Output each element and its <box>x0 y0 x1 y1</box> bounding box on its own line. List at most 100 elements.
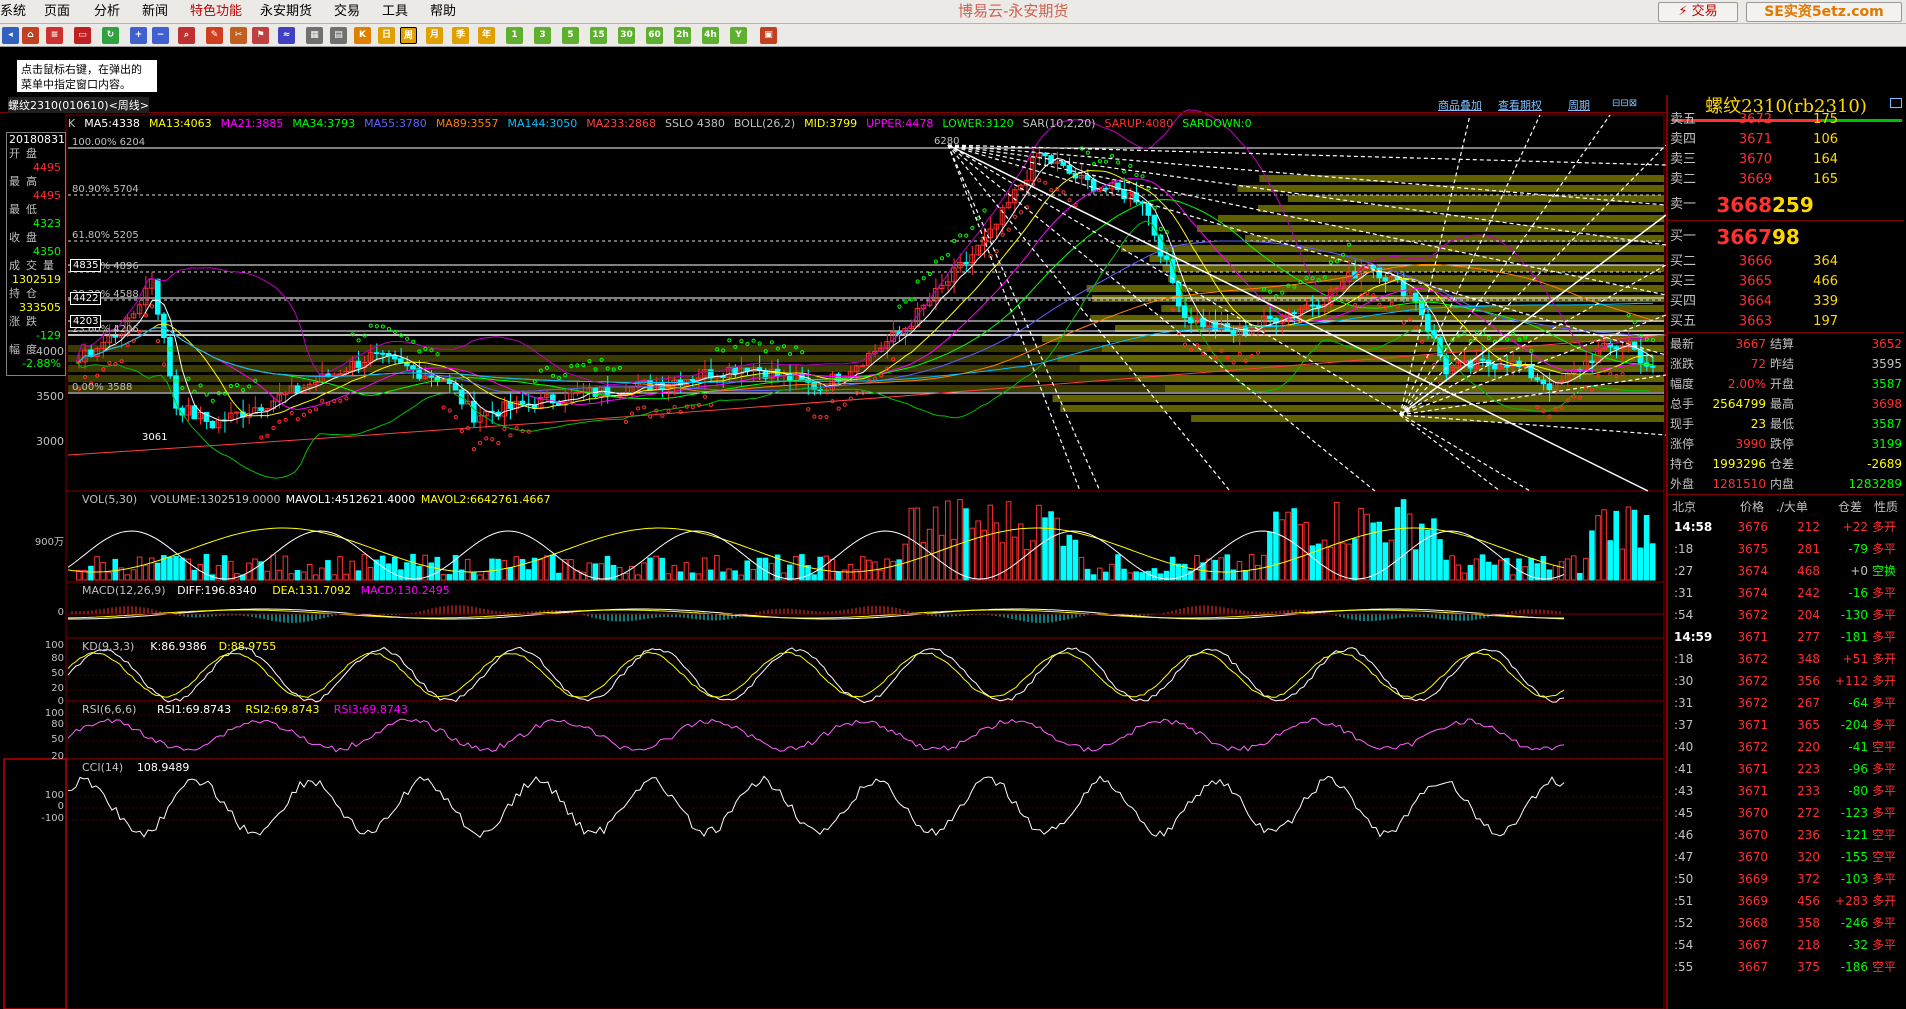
bar-field-label: 持仓 <box>9 287 43 300</box>
kline-icon[interactable]: K <box>354 27 371 44</box>
tick-row[interactable]: :52 3668 358 -246 多平 <box>1668 912 1904 934</box>
tick-row[interactable]: :31 3674 242 -16 多平 <box>1668 582 1904 604</box>
flag-icon[interactable]: ⚑ <box>252 27 269 44</box>
menu-news[interactable]: 新闻 <box>142 3 168 21</box>
stat-value-2: 1283289 <box>1848 477 1902 491</box>
volume-bar <box>829 558 836 581</box>
day-icon[interactable]: 日 <box>378 27 395 44</box>
menu-analysis[interactable]: 分析 <box>94 3 120 21</box>
list-icon[interactable]: ≡ <box>46 27 63 44</box>
tick-row[interactable]: :43 3671 233 -80 多平 <box>1668 780 1904 802</box>
sar-dot <box>508 433 513 438</box>
tick-row[interactable]: :54 3672 204 -130 多平 <box>1668 604 1904 626</box>
table-icon[interactable]: ▦ <box>306 27 323 44</box>
sar-dot <box>751 338 756 343</box>
search-icon[interactable]: ⌕ <box>178 27 195 44</box>
tick-row[interactable]: :30 3672 356 +112 多开 <box>1668 670 1904 692</box>
grid-icon[interactable]: ▤ <box>330 27 347 44</box>
volume-bar <box>288 573 295 581</box>
menu-yongan[interactable]: 永安期货 <box>260 3 312 21</box>
back-icon[interactable]: ◂ <box>2 27 19 44</box>
tick-row[interactable]: 14:59 3671 277 -181 多平 <box>1668 626 1904 648</box>
ask-row[interactable]: 卖三 3670 164 <box>1668 150 1904 170</box>
period-3-button[interactable]: 3 <box>534 27 551 44</box>
menu-system[interactable]: 系统 <box>0 3 26 21</box>
tick-row[interactable]: :47 3670 320 -155 空平 <box>1668 846 1904 868</box>
tick-row[interactable]: :27 3674 468 +0 空换 <box>1668 560 1904 582</box>
period-1-button[interactable]: 1 <box>506 27 523 44</box>
tick-row[interactable]: :37 3671 365 -204 多平 <box>1668 714 1904 736</box>
menu-help[interactable]: 帮助 <box>430 3 456 21</box>
year-icon[interactable]: 年 <box>478 27 495 44</box>
volume-bar <box>1564 558 1571 581</box>
sar-dot <box>818 414 823 420</box>
bid-row[interactable]: 买四 3664 339 <box>1668 292 1904 312</box>
period-y-button[interactable]: Y <box>730 27 747 44</box>
ask-row[interactable]: 卖五 3672 175 <box>1668 110 1904 130</box>
tick-row[interactable]: :50 3669 372 -103 多平 <box>1668 868 1904 890</box>
overlay-link[interactable]: 商品叠加 <box>1438 97 1482 113</box>
candle-body <box>519 400 526 405</box>
tick-price: 3674 <box>1737 586 1768 600</box>
tick-row[interactable]: :51 3669 456 +283 多开 <box>1668 890 1904 912</box>
volume-bar <box>94 556 100 581</box>
candle-body <box>1425 314 1431 332</box>
menu-page[interactable]: 页面 <box>44 3 70 21</box>
chart-canvas[interactable] <box>0 95 1666 1009</box>
zoom-out-icon[interactable]: − <box>152 27 169 44</box>
tick-row[interactable]: :55 3667 375 -186 空平 <box>1668 956 1904 978</box>
trade-button[interactable]: ⚡ 交易 <box>1658 2 1738 22</box>
tick-nature: 多平 <box>1872 806 1897 820</box>
tick-row[interactable]: :45 3670 272 -123 多平 <box>1668 802 1904 824</box>
period-link[interactable]: 周期 <box>1568 97 1590 113</box>
period-5-button[interactable]: 5 <box>562 27 579 44</box>
volume-bar <box>1340 542 1346 581</box>
period-2h-button[interactable]: 2h <box>674 27 691 44</box>
period-60-button[interactable]: 60 <box>646 27 663 44</box>
calc-icon[interactable]: ▣ <box>760 27 777 44</box>
ask-label: 卖一 <box>1670 197 1697 212</box>
month-icon[interactable]: 月 <box>426 27 443 44</box>
stat-label-2: 仓差 <box>1770 457 1795 471</box>
tick-row[interactable]: :18 3675 281 -79 多平 <box>1668 538 1904 560</box>
mavol-line <box>67 527 1565 573</box>
menu-special[interactable]: 特色功能 <box>190 3 242 21</box>
period-15-button[interactable]: 15 <box>590 27 607 44</box>
period-4h-button[interactable]: 4h <box>702 27 719 44</box>
menu-tools[interactable]: 工具 <box>382 3 408 21</box>
tick-row[interactable]: :18 3672 348 +51 多开 <box>1668 648 1904 670</box>
tick-row[interactable]: :31 3672 267 -64 多平 <box>1668 692 1904 714</box>
tick-row[interactable]: :46 3670 236 -121 空平 <box>1668 824 1904 846</box>
window-controls-icon[interactable]: ⊟⊟⊠ <box>1612 98 1637 109</box>
quarter-icon[interactable]: 季 <box>452 27 469 44</box>
tool-icon[interactable]: ✂ <box>230 27 247 44</box>
zoom-in-icon[interactable]: + <box>130 27 147 44</box>
tick-row[interactable]: :41 3671 223 -96 多平 <box>1668 758 1904 780</box>
bid-row[interactable]: 买一 3667 98 <box>1668 222 1904 252</box>
tick-row[interactable]: :40 3672 220 -41 空平 <box>1668 736 1904 758</box>
chart-area[interactable]: 螺纹2310(010610)<周线> 商品叠加 查看期权 周期 ⊟⊟⊠ K MA5… <box>0 95 1666 1009</box>
tick-nature: 空平 <box>1872 960 1897 974</box>
stat-value-2: 3698 <box>1871 397 1902 411</box>
stat-row: 涨跌 72 昨结 3595 <box>1668 354 1904 374</box>
menu-trade[interactable]: 交易 <box>334 3 360 21</box>
tick-row[interactable]: 14:58 3676 212 +22 多开 <box>1668 516 1904 538</box>
options-link[interactable]: 查看期权 <box>1498 97 1542 113</box>
ask-row[interactable]: 卖二 3669 165 <box>1668 170 1904 190</box>
period-30-button[interactable]: 30 <box>618 27 635 44</box>
signal-icon[interactable]: ≈ <box>278 27 295 44</box>
panel-menu-icon[interactable] <box>1890 98 1902 108</box>
bid-row[interactable]: 买五 3663 197 <box>1668 312 1904 332</box>
ask-row[interactable]: 卖一 3668 259 <box>1668 190 1904 220</box>
candle-body <box>209 420 216 429</box>
bid-row[interactable]: 买二 3666 364 <box>1668 252 1904 272</box>
bid-row[interactable]: 买三 3665 466 <box>1668 272 1904 292</box>
bar-field-value: -2.88% <box>22 357 61 370</box>
week-icon[interactable]: 周 <box>400 27 417 44</box>
ask-row[interactable]: 卖四 3671 106 <box>1668 130 1904 150</box>
home-icon[interactable]: ⌂ <box>22 27 39 44</box>
window-icon[interactable]: ▭ <box>74 27 91 44</box>
tick-row[interactable]: :54 3667 218 -32 多平 <box>1668 934 1904 956</box>
refresh-icon[interactable]: ↻ <box>102 27 119 44</box>
pen-icon[interactable]: ✎ <box>206 27 223 44</box>
